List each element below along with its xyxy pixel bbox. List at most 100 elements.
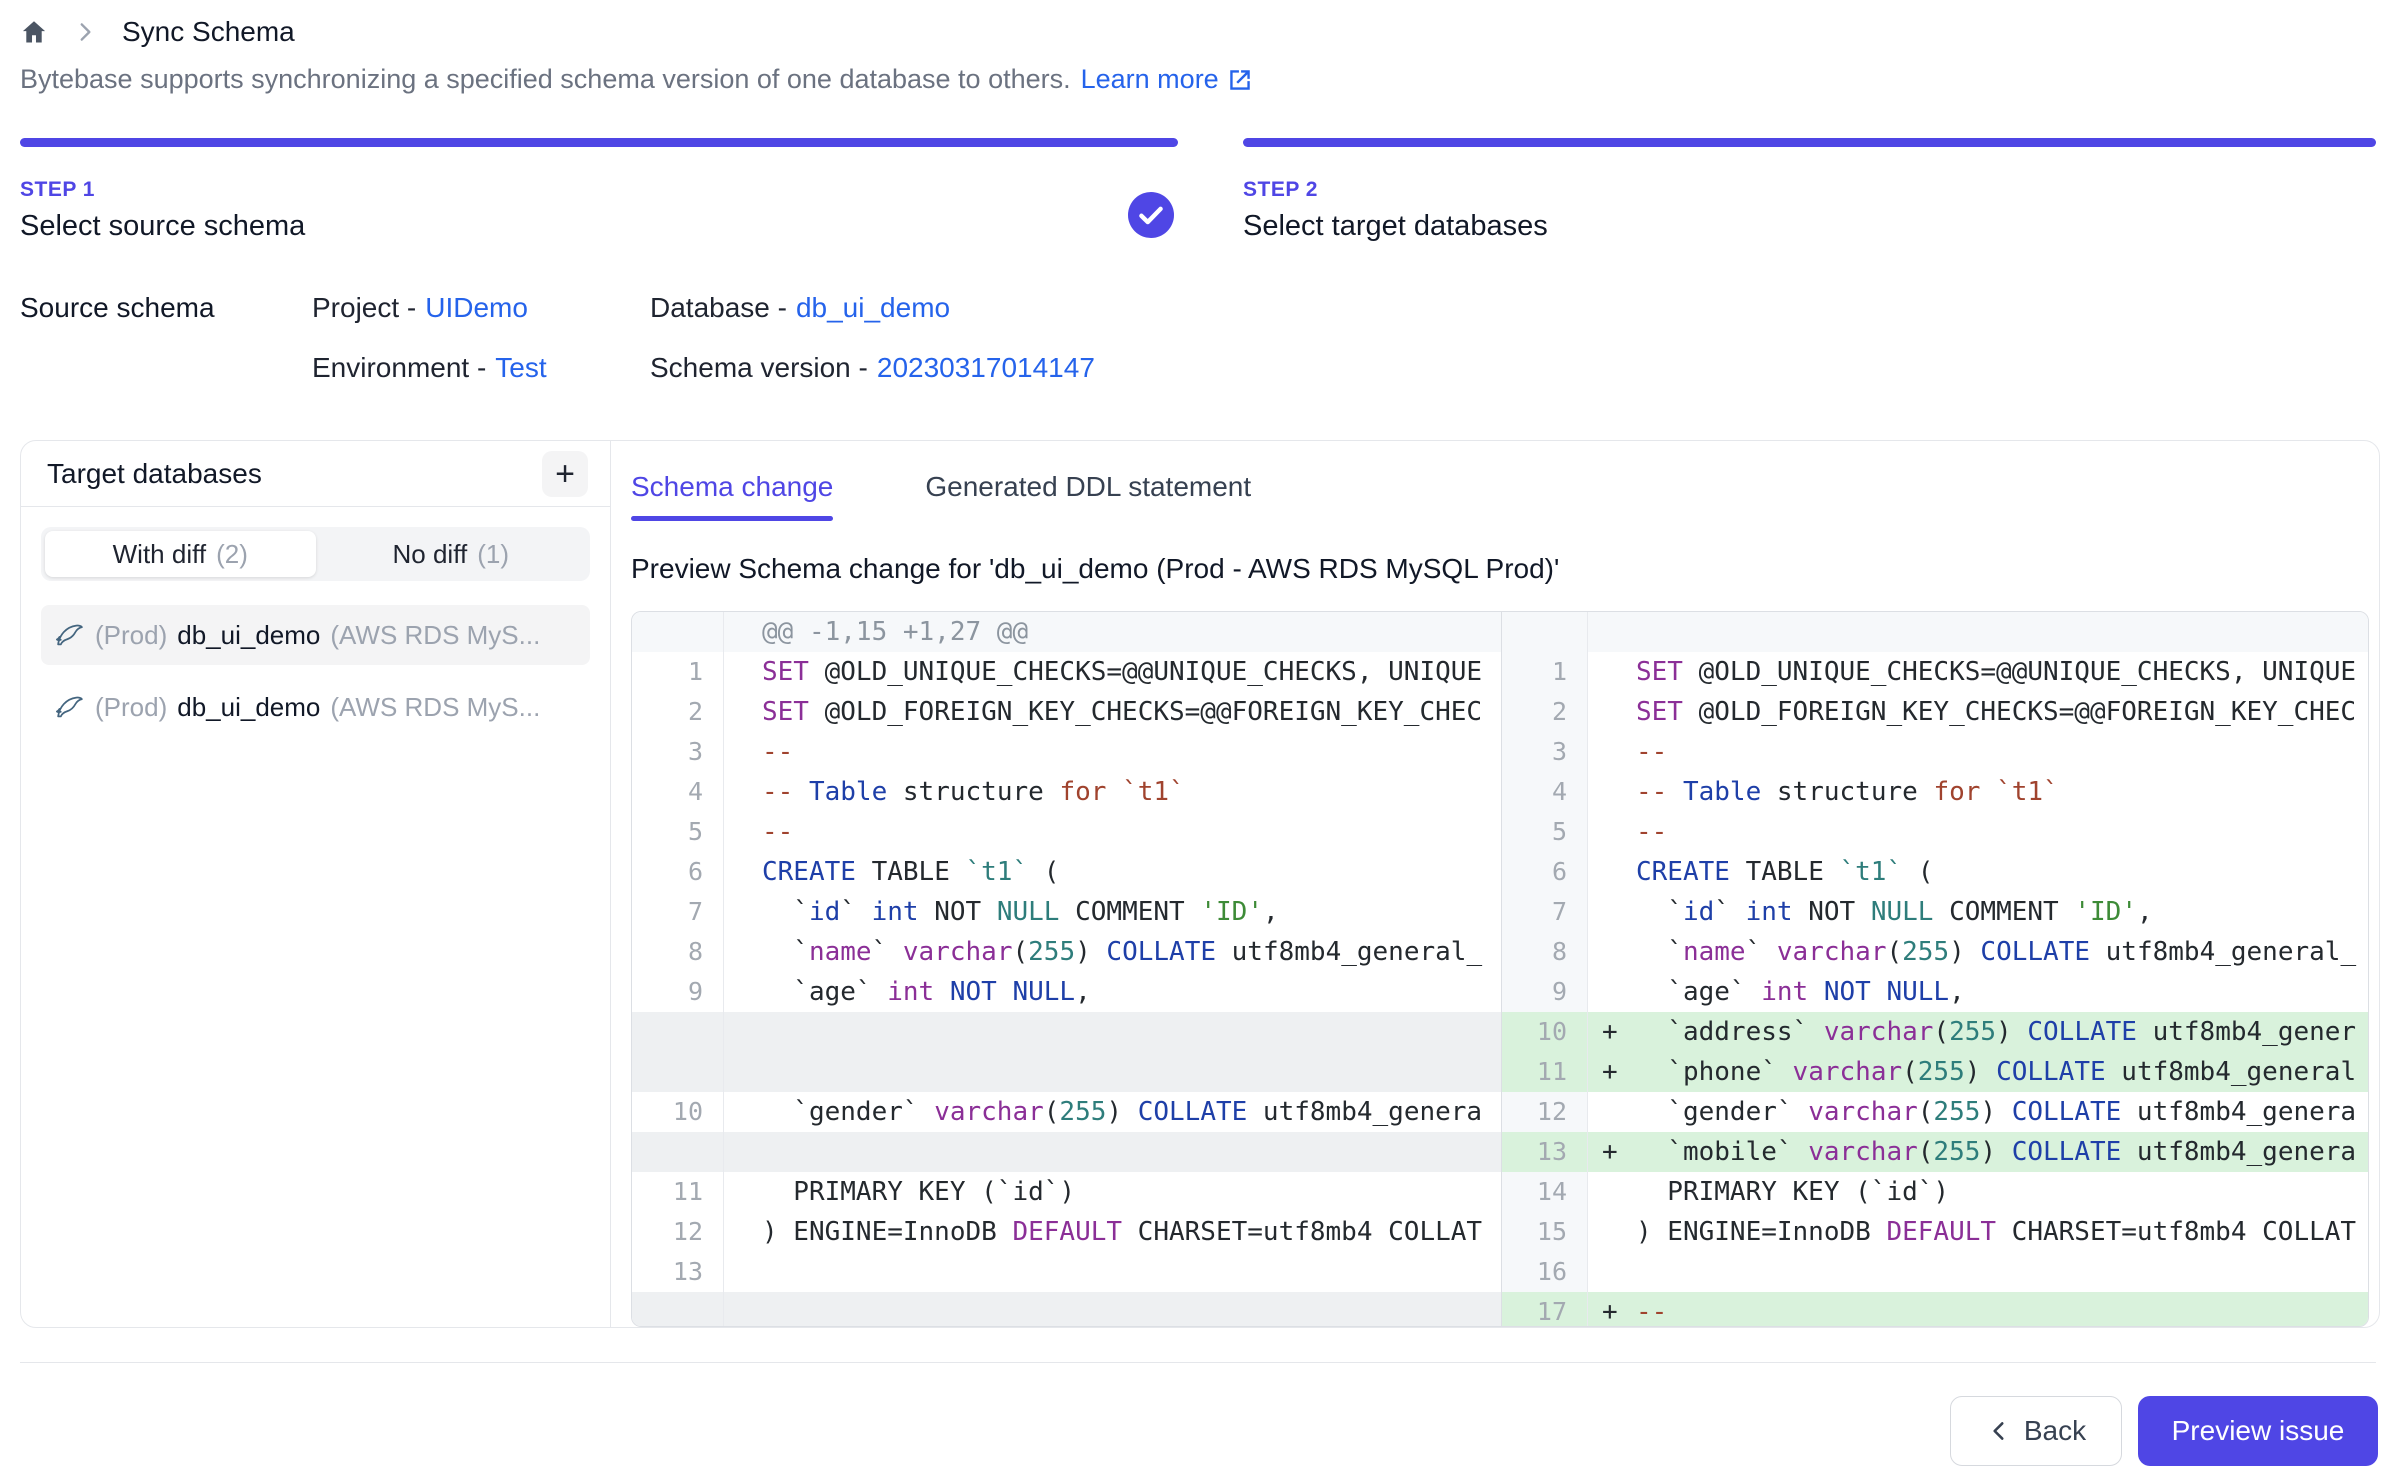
page-title: Sync Schema [122,16,295,48]
code-line: @@ -1,15 +1,27 @@ [724,612,1501,652]
code-line: -- [724,812,1501,852]
line-number: 8 [1502,932,1588,972]
db-environment: (Prod) [95,692,167,723]
diff-marker: + [1588,1052,1632,1092]
line-number: 9 [1502,972,1588,1012]
source-schema-summary: Source schema Project - UIDemo Database … [20,292,1095,384]
code-line: CREATE TABLE `t1` ( [724,852,1501,892]
code-line [724,1012,1501,1052]
code-line: `age` int NOT NULL, [1632,972,2368,1012]
tab-no-diff-label: No diff [393,539,468,570]
target-databases-title: Target databases [47,458,262,490]
code-line: CREATE TABLE `t1` ( [1632,852,2368,892]
chevron-left-icon [1986,1418,2012,1444]
line-number: 5 [632,812,724,852]
code-line: `gender` varchar(255) COLLATE utf8mb4_ge… [1632,1092,2368,1132]
diff-row-old [632,1292,1501,1327]
back-button-label: Back [2024,1415,2086,1447]
line-number: 17 [1502,1292,1588,1327]
code-line: `name` varchar(255) COLLATE utf8mb4_gene… [724,932,1501,972]
diff-row-old-5: 5-- [632,812,1501,852]
home-icon[interactable] [20,18,48,46]
schema-version-link[interactable]: 20230317014147 [877,352,1095,384]
database-link[interactable]: db_ui_demo [796,292,950,324]
diff-row-new-3: 3-- [1502,732,2368,772]
diff-row-old-7: 7 `id` int NOT NULL COMMENT 'ID', [632,892,1501,932]
diff-row-old-9: 9 `age` int NOT NULL, [632,972,1501,1012]
code-line [1632,1252,2368,1292]
line-number: 11 [632,1172,724,1212]
project-link[interactable]: UIDemo [425,292,528,324]
line-number: 1 [632,652,724,692]
line-number [632,1292,724,1327]
line-number: 4 [1502,772,1588,812]
tab-no-diff-count: (1) [477,539,509,570]
tab-with-diff[interactable]: With diff (2) [45,531,316,577]
diff-row-old [632,1012,1501,1052]
diff-row-old-8: 8 `name` varchar(255) COLLATE utf8mb4_ge… [632,932,1501,972]
target-database-item[interactable]: (Prod)db_ui_demo(AWS RDS MyS... [41,605,590,665]
tab-no-diff[interactable]: No diff (1) [316,531,587,577]
db-instance: (AWS RDS MyS... [330,620,540,651]
add-target-database-button[interactable]: + [542,451,588,497]
db-environment: (Prod) [95,620,167,651]
footer-divider [20,1362,2376,1363]
line-number [632,1052,724,1092]
diff-row-new [1502,612,2368,652]
diff-pane-old: @@ -1,15 +1,27 @@1SET @OLD_UNIQUE_CHECKS… [632,612,1502,1326]
code-line: -- [1632,812,2368,852]
line-number: 7 [1502,892,1588,932]
code-line: `id` int NOT NULL COMMENT 'ID', [724,892,1501,932]
code-line [724,1292,1501,1327]
code-line: SET @OLD_FOREIGN_KEY_CHECKS=@@FOREIGN_KE… [1632,692,2368,732]
tab-generated-ddl[interactable]: Generated DDL statement [925,471,1251,521]
step2-progress-bar [1243,138,2376,147]
line-number: 13 [1502,1132,1588,1172]
line-number: 6 [632,852,724,892]
diff-row-new-8: 8 `name` varchar(255) COLLATE utf8mb4_ge… [1502,932,2368,972]
preview-title: Preview Schema change for 'db_ui_demo (P… [631,553,2361,585]
preview-issue-button[interactable]: Preview issue [2138,1396,2378,1466]
step1-progress-bar [20,138,1178,147]
code-line: -- Table structure for `t1` [724,772,1501,812]
step2-label: STEP 2 [1243,178,1548,202]
diff-row-new-12: 12 `gender` varchar(255) COLLATE utf8mb4… [1502,1092,2368,1132]
code-line: `name` varchar(255) COLLATE utf8mb4_gene… [1632,932,2368,972]
target-database-list: (Prod)db_ui_demo(AWS RDS MyS... (Prod)db_… [21,601,610,741]
diff-marker [1588,612,1632,652]
code-line: -- [1632,1292,2368,1327]
diff-marker [1588,1092,1632,1132]
line-number: 15 [1502,1212,1588,1252]
diff-row-new-17: 17+-- [1502,1292,2368,1327]
mysql-icon [55,620,85,650]
back-button[interactable]: Back [1950,1396,2122,1466]
tab-schema-change[interactable]: Schema change [631,471,833,521]
diff-marker [1588,812,1632,852]
database-label: Database - [650,292,787,324]
diff-row-new-16: 16 [1502,1252,2368,1292]
line-number: 4 [632,772,724,812]
target-databases-header: Target databases + [21,441,610,507]
step1-label: STEP 1 [20,178,305,202]
line-number [632,1132,724,1172]
tab-with-diff-label: With diff [113,539,206,570]
line-number: 13 [632,1252,724,1292]
learn-more-label: Learn more [1081,64,1219,95]
learn-more-link[interactable]: Learn more [1081,64,1253,95]
environment-cell: Environment - Test [312,352,650,384]
project-cell: Project - UIDemo [312,292,650,324]
mysql-icon [55,692,85,722]
line-number: 6 [1502,852,1588,892]
schema-diff-view: @@ -1,15 +1,27 @@1SET @OLD_UNIQUE_CHECKS… [631,611,2369,1327]
line-number: 8 [632,932,724,972]
diff-row-old-11: 11 PRIMARY KEY (`id`) [632,1172,1501,1212]
code-line: `id` int NOT NULL COMMENT 'ID', [1632,892,2368,932]
line-number [632,612,724,652]
diff-row-old-6: 6CREATE TABLE `t1` ( [632,852,1501,892]
diff-marker [1588,732,1632,772]
diff-row-new-10: 10+ `address` varchar(255) COLLATE utf8m… [1502,1012,2368,1052]
diff-row-new-1: 1SET @OLD_UNIQUE_CHECKS=@@UNIQUE_CHECKS,… [1502,652,2368,692]
step1: STEP 1 Select source schema [20,178,305,243]
target-database-item[interactable]: (Prod)db_ui_demo(AWS RDS MyS... [41,677,590,737]
environment-link[interactable]: Test [495,352,546,384]
